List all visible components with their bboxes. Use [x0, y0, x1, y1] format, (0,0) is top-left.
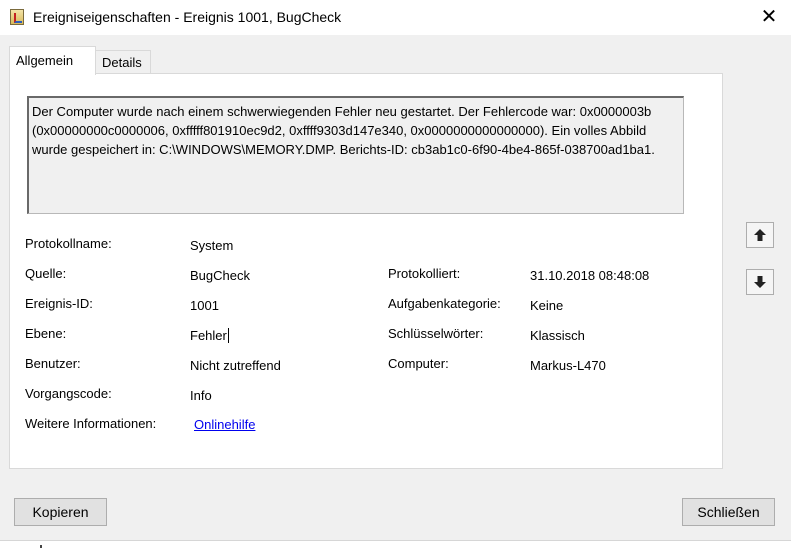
onlinehilfe-link[interactable]: Onlinehilfe — [194, 417, 255, 432]
copy-button[interactable]: Kopieren — [14, 498, 107, 526]
window-title: Ereigniseigenschaften - Ereignis 1001, B… — [33, 9, 342, 25]
next-event-button[interactable] — [746, 269, 774, 295]
arrow-down-icon — [754, 276, 766, 288]
general-tab-panel: Der Computer wurde nach einem schwerwieg… — [9, 73, 723, 469]
benutzer-value: Nicht zutreffend — [190, 358, 281, 373]
weitere-informationen-label: Weitere Informationen: — [25, 416, 157, 431]
protokollname-label: Protokollname: — [25, 236, 112, 251]
quelle-label: Quelle: — [25, 266, 67, 281]
title-bar: Ereigniseigenschaften - Ereignis 1001, B… — [0, 0, 791, 35]
tab-allgemein[interactable]: Allgemein — [9, 46, 96, 75]
protokollname-value: System — [190, 238, 234, 253]
aufgabenkategorie-value: Keine — [530, 298, 564, 313]
ebene-value[interactable]: Fehler — [190, 328, 229, 343]
close-button[interactable]: Schließen — [682, 498, 775, 526]
ereignis-id-label: Ereignis-ID: — [25, 296, 93, 311]
event-viewer-icon — [10, 9, 24, 25]
schluesselwoerter-value: Klassisch — [530, 328, 585, 343]
aufgabenkategorie-label: Aufgabenkategorie: — [388, 296, 501, 311]
previous-event-button[interactable] — [746, 222, 774, 248]
computer-value: Markus-L470 — [530, 358, 606, 373]
arrow-up-icon — [754, 229, 766, 241]
close-window-button[interactable]: ✕ — [746, 0, 791, 35]
vorgangscode-value: Info — [190, 388, 212, 403]
vorgangscode-label: Vorgangscode: — [25, 386, 112, 401]
benutzer-label: Benutzer: — [25, 356, 81, 371]
protokolliert-value: 31.10.2018 08:48:08 — [530, 268, 650, 283]
schluesselwoerter-label: Schlüsselwörter: — [388, 326, 484, 341]
ebene-label: Ebene: — [25, 326, 67, 341]
tab-details[interactable]: Details — [95, 50, 151, 74]
quelle-value: BugCheck — [190, 268, 250, 283]
event-description[interactable]: Der Computer wurde nach einem schwerwieg… — [27, 96, 684, 214]
protokolliert-label: Protokolliert: — [388, 266, 461, 281]
computer-label: Computer: — [388, 356, 449, 371]
ereignis-id-value: 1001 — [190, 298, 219, 313]
